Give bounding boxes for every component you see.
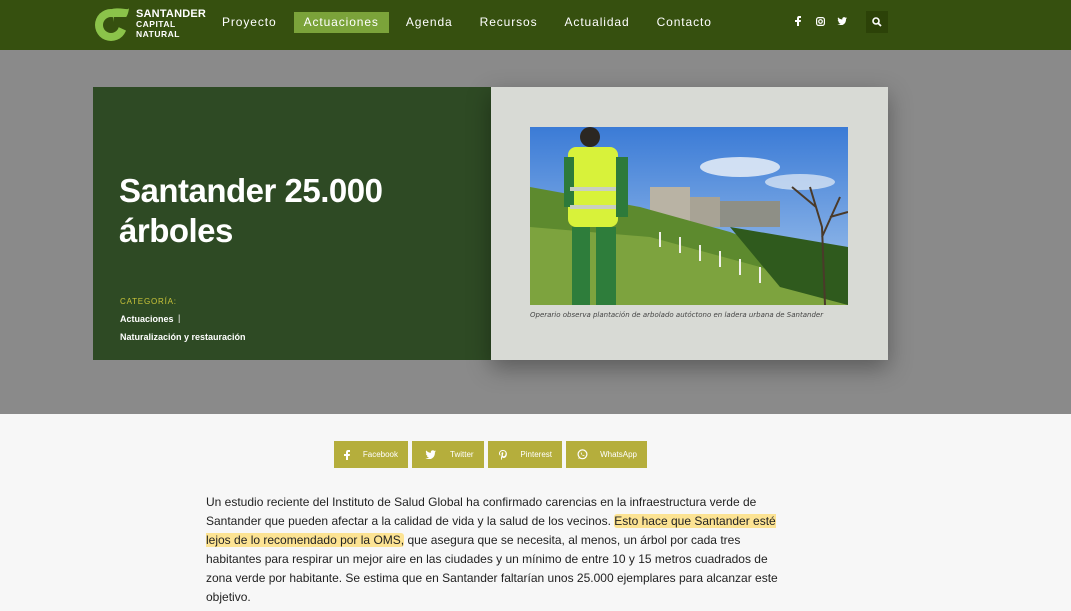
menu-item-agenda[interactable]: Agenda: [396, 12, 463, 33]
instagram-icon[interactable]: [815, 16, 825, 26]
leaf-logo-icon: [92, 5, 130, 43]
twitter-icon[interactable]: [837, 16, 847, 26]
whatsapp-icon: [576, 449, 588, 460]
category-link-actuaciones[interactable]: Actuaciones: [120, 314, 174, 324]
logo-line-1: SANTANDER: [136, 8, 207, 20]
pinterest-icon: [498, 449, 508, 460]
search-icon: [872, 17, 882, 27]
category-separator: |: [178, 313, 181, 323]
share-facebook-label: Facebook: [362, 450, 398, 459]
share-twitter-button[interactable]: Twitter: [412, 441, 484, 468]
main-menu: Proyecto Actuaciones Agenda Recursos Act…: [212, 12, 729, 33]
menu-item-actuaciones[interactable]: Actuaciones: [293, 12, 389, 33]
category-link-naturalizacion[interactable]: Naturalización y restauración: [120, 332, 246, 342]
hero-title-panel: Santander 25.000 árboles CATEGORÍA: Actu…: [93, 87, 491, 360]
twitter-icon: [422, 450, 438, 459]
hero-photo: [530, 127, 848, 305]
site-logo[interactable]: SANTANDER CAPITAL NATURAL: [92, 5, 207, 43]
menu-item-actualidad[interactable]: Actualidad: [555, 12, 640, 33]
top-navbar: SANTANDER CAPITAL NATURAL Proyecto Actua…: [0, 0, 1071, 50]
search-button[interactable]: [866, 11, 888, 33]
share-whatsapp-button[interactable]: WhatsApp: [566, 441, 647, 468]
share-pinterest-button[interactable]: Pinterest: [488, 441, 562, 468]
logo-line-3: NATURAL: [136, 29, 180, 39]
page-title: Santander 25.000 árboles: [119, 172, 383, 249]
share-bar: Facebook Twitter Pinterest WhatsApp: [334, 441, 647, 468]
menu-item-contacto[interactable]: Contacto: [647, 12, 722, 33]
logo-line-2: CAPITAL: [136, 19, 176, 29]
article-body: Un estudio reciente del Instituto de Sal…: [206, 493, 786, 607]
share-twitter-label: Twitter: [450, 450, 474, 459]
share-pinterest-label: Pinterest: [520, 450, 552, 459]
social-links: [793, 16, 847, 26]
hero-image-panel: Operario observa plantación de arbolado …: [491, 87, 888, 360]
menu-item-proyecto[interactable]: Proyecto: [212, 12, 287, 33]
facebook-icon: [344, 449, 351, 460]
share-whatsapp-label: WhatsApp: [600, 450, 637, 459]
facebook-icon[interactable]: [793, 16, 803, 26]
share-facebook-button[interactable]: Facebook: [334, 441, 408, 468]
category-label: CATEGORÍA:: [120, 297, 177, 306]
menu-item-recursos[interactable]: Recursos: [470, 12, 548, 33]
photo-caption: Operario observa plantación de arbolado …: [530, 311, 824, 319]
